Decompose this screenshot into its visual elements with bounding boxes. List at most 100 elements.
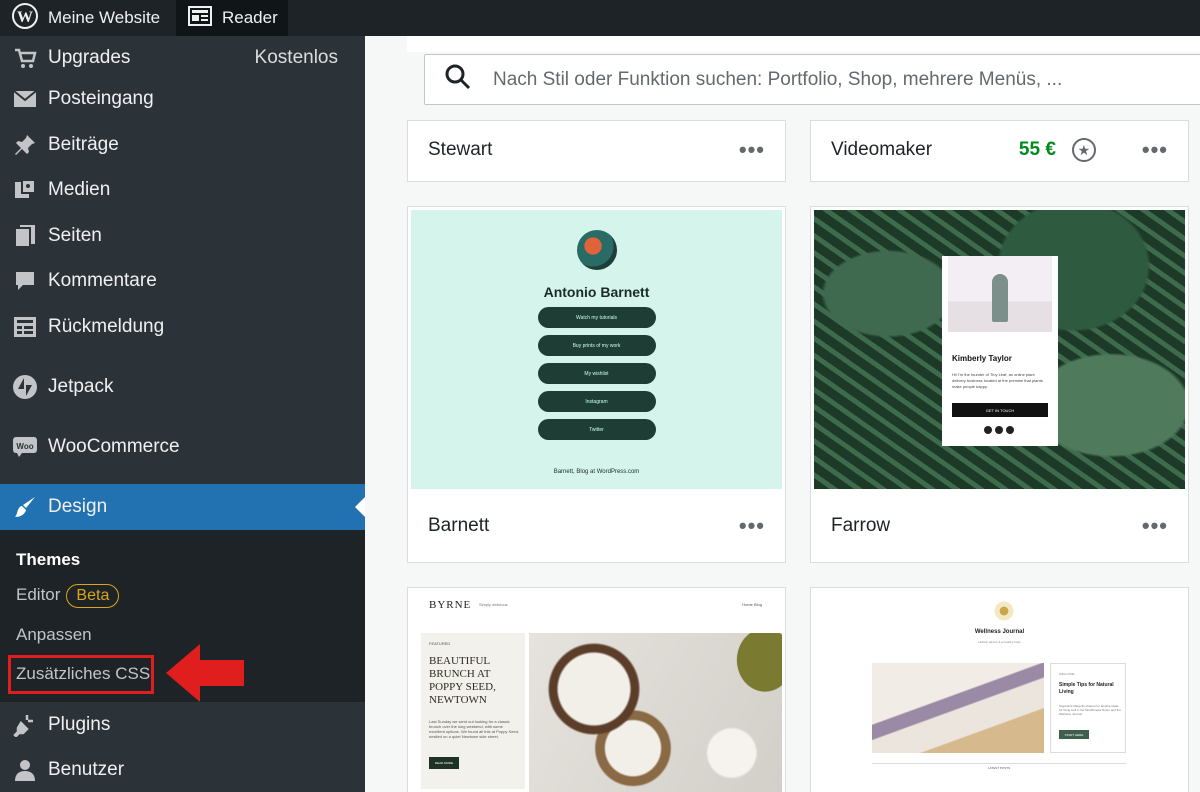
sidebar-item-label: Kommentare xyxy=(48,270,157,291)
social-icon xyxy=(984,426,992,434)
premium-star-icon: ★ xyxy=(1071,138,1096,162)
preview-footer: Barnett, Blog at WordPress.com xyxy=(553,469,640,475)
cart-icon xyxy=(12,45,38,71)
themes-content: Nach Stil oder Funktion suchen: Portfoli… xyxy=(365,36,1200,792)
sidebar-item-label: Seiten xyxy=(48,225,102,246)
preview-profile-card: Kimberly Taylor Hi! I'm the founder of T… xyxy=(942,256,1058,446)
theme-menu-button[interactable]: ••• xyxy=(739,137,765,163)
sidebar-item-upgrades[interactable]: Upgrades Kostenlos xyxy=(0,36,365,80)
byrne-preview[interactable]: BYRNE Simply delicious Home Blog FEATURE… xyxy=(411,591,782,792)
preview-headline: BEAUTIFUL BRUNCH AT POPPY SEED, NEWTOWN xyxy=(429,655,496,706)
preview-latest-label: LATEST POSTS xyxy=(872,763,1126,770)
sidebar-item-jetpack[interactable]: Jetpack xyxy=(0,365,365,409)
comment-icon xyxy=(12,268,38,294)
site-label: Meine Website xyxy=(48,8,161,27)
site-menu[interactable]: W Meine Website xyxy=(0,0,176,36)
sidebar-item-posts[interactable]: Beiträge xyxy=(0,123,365,167)
reader-icon xyxy=(188,5,222,31)
sidebar-item-label: Posteingang xyxy=(48,88,154,109)
sidebar-item-inbox[interactable]: Posteingang xyxy=(0,77,365,121)
sidebar-item-feedback[interactable]: Rückmeldung xyxy=(0,305,365,349)
sidebar-item-woocommerce[interactable]: Woo WooCommerce xyxy=(0,425,365,469)
search-placeholder: Nach Stil oder Funktion suchen: Portfoli… xyxy=(493,68,1063,90)
preview-nav: Home Blog xyxy=(742,602,762,607)
preview-featured-panel: FEATURED BEAUTIFUL BRUNCH AT POPPY SEED,… xyxy=(421,633,525,789)
preview-tagline: Simply delicious xyxy=(479,602,508,607)
theme-price: 55 € xyxy=(1018,139,1056,160)
theme-card-footer: Barnett ••• xyxy=(408,490,785,562)
theme-menu-button[interactable]: ••• xyxy=(1142,137,1168,163)
preview-name: Kimberly Taylor xyxy=(952,354,1012,363)
preview-link-button: Watch my tutorials xyxy=(537,307,656,328)
sidebar-item-comments[interactable]: Kommentare xyxy=(0,259,365,303)
sidebar-item-label: WooCommerce xyxy=(48,436,180,457)
preview-subtitle: Holistic advice & a healthy body xyxy=(978,640,1021,644)
sidebar-item-label: Beiträge xyxy=(48,134,119,155)
preview-excerpt: Last Sunday we went out looking for a cl… xyxy=(429,719,519,739)
avatar xyxy=(576,230,617,270)
submenu-themes[interactable]: Themes xyxy=(16,550,80,570)
admin-bar: W Meine Website Reader xyxy=(0,0,1200,36)
submenu-customize[interactable]: Anpassen xyxy=(16,625,92,645)
plugin-icon xyxy=(12,712,38,738)
sidebar-item-label: Benutzer xyxy=(48,759,125,780)
preview-leaf xyxy=(709,633,782,723)
preview-side-button: START HERE xyxy=(1059,730,1089,739)
theme-card-wellness[interactable]: Wellness Journal Holistic advice & a hea… xyxy=(810,587,1189,792)
preview-link-button: Buy prints of my work xyxy=(537,335,656,356)
sidebar-item-pages[interactable]: Seiten xyxy=(0,214,365,258)
preview-photo xyxy=(948,256,1052,332)
theme-menu-button[interactable]: ••• xyxy=(739,513,765,539)
preview-brand: BYRNE xyxy=(429,599,472,611)
preview-name: Antonio Barnett xyxy=(543,284,650,300)
sidebar-item-label: Jetpack xyxy=(48,376,114,397)
barnett-preview[interactable]: Antonio Barnett Watch my tutorials Buy p… xyxy=(411,210,782,489)
sidebar-item-label: Medien xyxy=(48,179,111,200)
reader-link[interactable]: Reader xyxy=(176,0,288,36)
theme-card-farrow[interactable]: Kimberly Taylor Hi! I'm the founder of T… xyxy=(810,206,1189,563)
pages-icon xyxy=(12,223,38,249)
theme-search-input[interactable]: Nach Stil oder Funktion suchen: Portfoli… xyxy=(424,54,1200,105)
theme-card-barnett[interactable]: Antonio Barnett Watch my tutorials Buy p… xyxy=(407,206,786,563)
theme-card-stewart[interactable]: Stewart ••• xyxy=(407,120,786,182)
theme-card-footer: Stewart ••• xyxy=(408,119,785,181)
theme-card-footer: Videomaker 55 € ★ ••• xyxy=(811,119,1188,181)
preview-featured-label: FEATURED xyxy=(429,641,451,646)
svg-text:Woo: Woo xyxy=(16,442,33,451)
wellness-preview[interactable]: Wellness Journal Holistic advice & a hea… xyxy=(814,591,1185,792)
preview-link-button: Twitter xyxy=(537,419,656,440)
submenu-editor-label: Editor xyxy=(16,585,61,604)
submenu-editor[interactable]: Editor Beta xyxy=(16,584,120,608)
sidebar-item-users[interactable]: Benutzer xyxy=(0,748,365,792)
mail-icon xyxy=(12,86,38,112)
preview-button: GET IN TOUCH xyxy=(952,403,1048,417)
sidebar-item-label: Rückmeldung xyxy=(48,316,165,337)
preview-text: Hi! I'm the founder of Tiny Leaf, an onl… xyxy=(952,372,1043,389)
preview-side-title: Simple Tips for Natural Living xyxy=(1059,682,1114,695)
sidebar-item-plugins[interactable]: Plugins xyxy=(0,703,365,747)
woo-icon: Woo xyxy=(12,434,38,460)
preview-side-text: Stephanie Margolin shares her favorite i… xyxy=(1059,704,1121,716)
preview-link-button: My wishlist xyxy=(537,363,656,384)
preview-side-label: WELCOME xyxy=(1059,672,1075,676)
user-icon xyxy=(12,757,38,783)
pin-icon xyxy=(12,132,38,158)
jetpack-icon xyxy=(12,374,38,400)
theme-name: Stewart xyxy=(428,139,493,160)
social-icon xyxy=(995,426,1003,434)
preview-photo xyxy=(872,663,1044,753)
theme-menu-button[interactable]: ••• xyxy=(1142,513,1168,539)
sidebar-item-media[interactable]: Medien xyxy=(0,168,365,212)
theme-card-videomaker[interactable]: Videomaker 55 € ★ ••• xyxy=(810,120,1189,182)
brush-icon xyxy=(12,494,38,520)
social-icon xyxy=(1006,426,1014,434)
sidebar-item-label: Upgrades xyxy=(48,47,131,68)
theme-card-byrne[interactable]: BYRNE Simply delicious Home Blog FEATURE… xyxy=(407,587,786,792)
beta-badge: Beta xyxy=(66,584,120,608)
theme-name: Farrow xyxy=(831,515,891,536)
wordpress-logo-icon: W xyxy=(12,2,48,34)
feedback-icon xyxy=(12,314,38,340)
sidebar-item-design[interactable]: Design xyxy=(0,484,365,530)
farrow-preview[interactable]: Kimberly Taylor Hi! I'm the founder of T… xyxy=(814,210,1185,489)
preview-link-button: Instagram xyxy=(537,391,656,412)
